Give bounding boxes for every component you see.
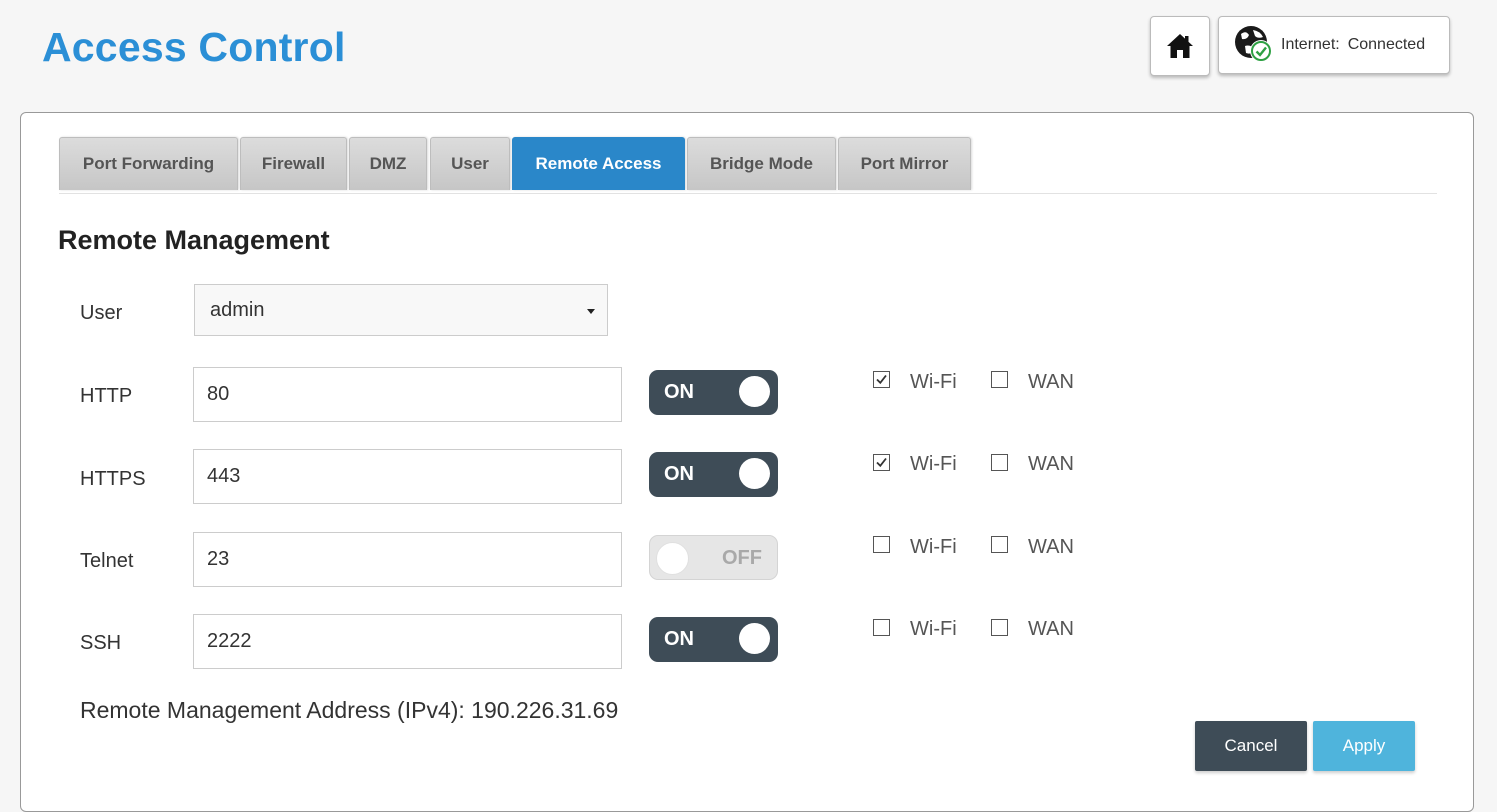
ssh-wifi-label: Wi-Fi (910, 618, 957, 640)
ssh-wifi-checkbox[interactable] (873, 619, 890, 636)
http-toggle-label: ON (664, 381, 694, 403)
section-title: Remote Management (58, 225, 330, 255)
http-wifi-label: Wi-Fi (910, 371, 957, 393)
tab-user[interactable]: User (430, 137, 510, 190)
internet-status-label: Internet: (1281, 36, 1340, 53)
tab-port-forwarding[interactable]: Port Forwarding (59, 137, 238, 190)
telnet-toggle-label: OFF (722, 547, 762, 569)
telnet-wifi-checkbox[interactable] (873, 536, 890, 553)
globe-check-icon (1235, 26, 1272, 62)
ssh-toggle-label: ON (664, 628, 694, 650)
telnet-port-input[interactable] (193, 532, 622, 587)
tab-dmz[interactable]: DMZ (349, 137, 427, 190)
toggle-knob (739, 623, 770, 654)
home-button[interactable] (1150, 16, 1210, 76)
http-toggle[interactable]: ON (649, 370, 778, 415)
https-wifi-label: Wi-Fi (910, 453, 957, 475)
https-wan-label: WAN (1028, 453, 1074, 475)
apply-button[interactable]: Apply (1313, 721, 1415, 771)
http-wan-checkbox[interactable] (991, 371, 1008, 388)
https-wifi-checkbox[interactable] (873, 454, 890, 471)
chevron-down-icon (587, 309, 595, 314)
page-title: Access Control (42, 24, 346, 70)
ssh-toggle[interactable]: ON (649, 617, 778, 662)
https-toggle[interactable]: ON (649, 452, 778, 497)
checkmark-icon (876, 374, 887, 385)
ssh-port-input[interactable] (193, 614, 622, 669)
tab-bar: Port Forwarding Firewall DMZ User Remote… (59, 137, 1437, 194)
ssh-wan-checkbox[interactable] (991, 619, 1008, 636)
home-icon (1167, 34, 1193, 58)
https-port-input[interactable] (193, 449, 622, 504)
ssh-label: SSH (80, 632, 122, 654)
telnet-toggle[interactable]: OFF (649, 535, 778, 580)
http-wifi-checkbox[interactable] (873, 371, 890, 388)
http-label: HTTP (80, 385, 133, 407)
ssh-wan-label: WAN (1028, 618, 1074, 640)
https-toggle-label: ON (664, 463, 694, 485)
http-wan-label: WAN (1028, 371, 1074, 393)
https-wan-checkbox[interactable] (991, 454, 1008, 471)
telnet-wifi-label: Wi-Fi (910, 536, 957, 558)
tab-port-mirror[interactable]: Port Mirror (838, 137, 971, 190)
cancel-button[interactable]: Cancel (1195, 721, 1307, 771)
user-select-value: admin (210, 298, 265, 321)
internet-status-value: Connected (1347, 36, 1426, 53)
user-select[interactable]: admin (194, 284, 608, 336)
http-port-input[interactable] (193, 367, 622, 422)
telnet-wan-checkbox[interactable] (991, 536, 1008, 553)
toggle-knob (656, 542, 689, 575)
tab-firewall[interactable]: Firewall (240, 137, 347, 190)
toggle-knob (739, 458, 770, 489)
remote-management-address: Remote Management Address (IPv4): 190.22… (80, 697, 619, 723)
tab-bridge-mode[interactable]: Bridge Mode (687, 137, 836, 190)
toggle-knob (739, 376, 770, 407)
user-label: User (80, 302, 123, 324)
telnet-wan-label: WAN (1028, 536, 1074, 558)
checkmark-icon (876, 457, 887, 468)
access-control-panel: Port Forwarding Firewall DMZ User Remote… (20, 112, 1474, 812)
internet-status-button[interactable]: Internet: Connected (1218, 16, 1450, 74)
tab-remote-access[interactable]: Remote Access (512, 137, 685, 190)
telnet-label: Telnet (80, 550, 134, 572)
https-label: HTTPS (80, 468, 146, 490)
